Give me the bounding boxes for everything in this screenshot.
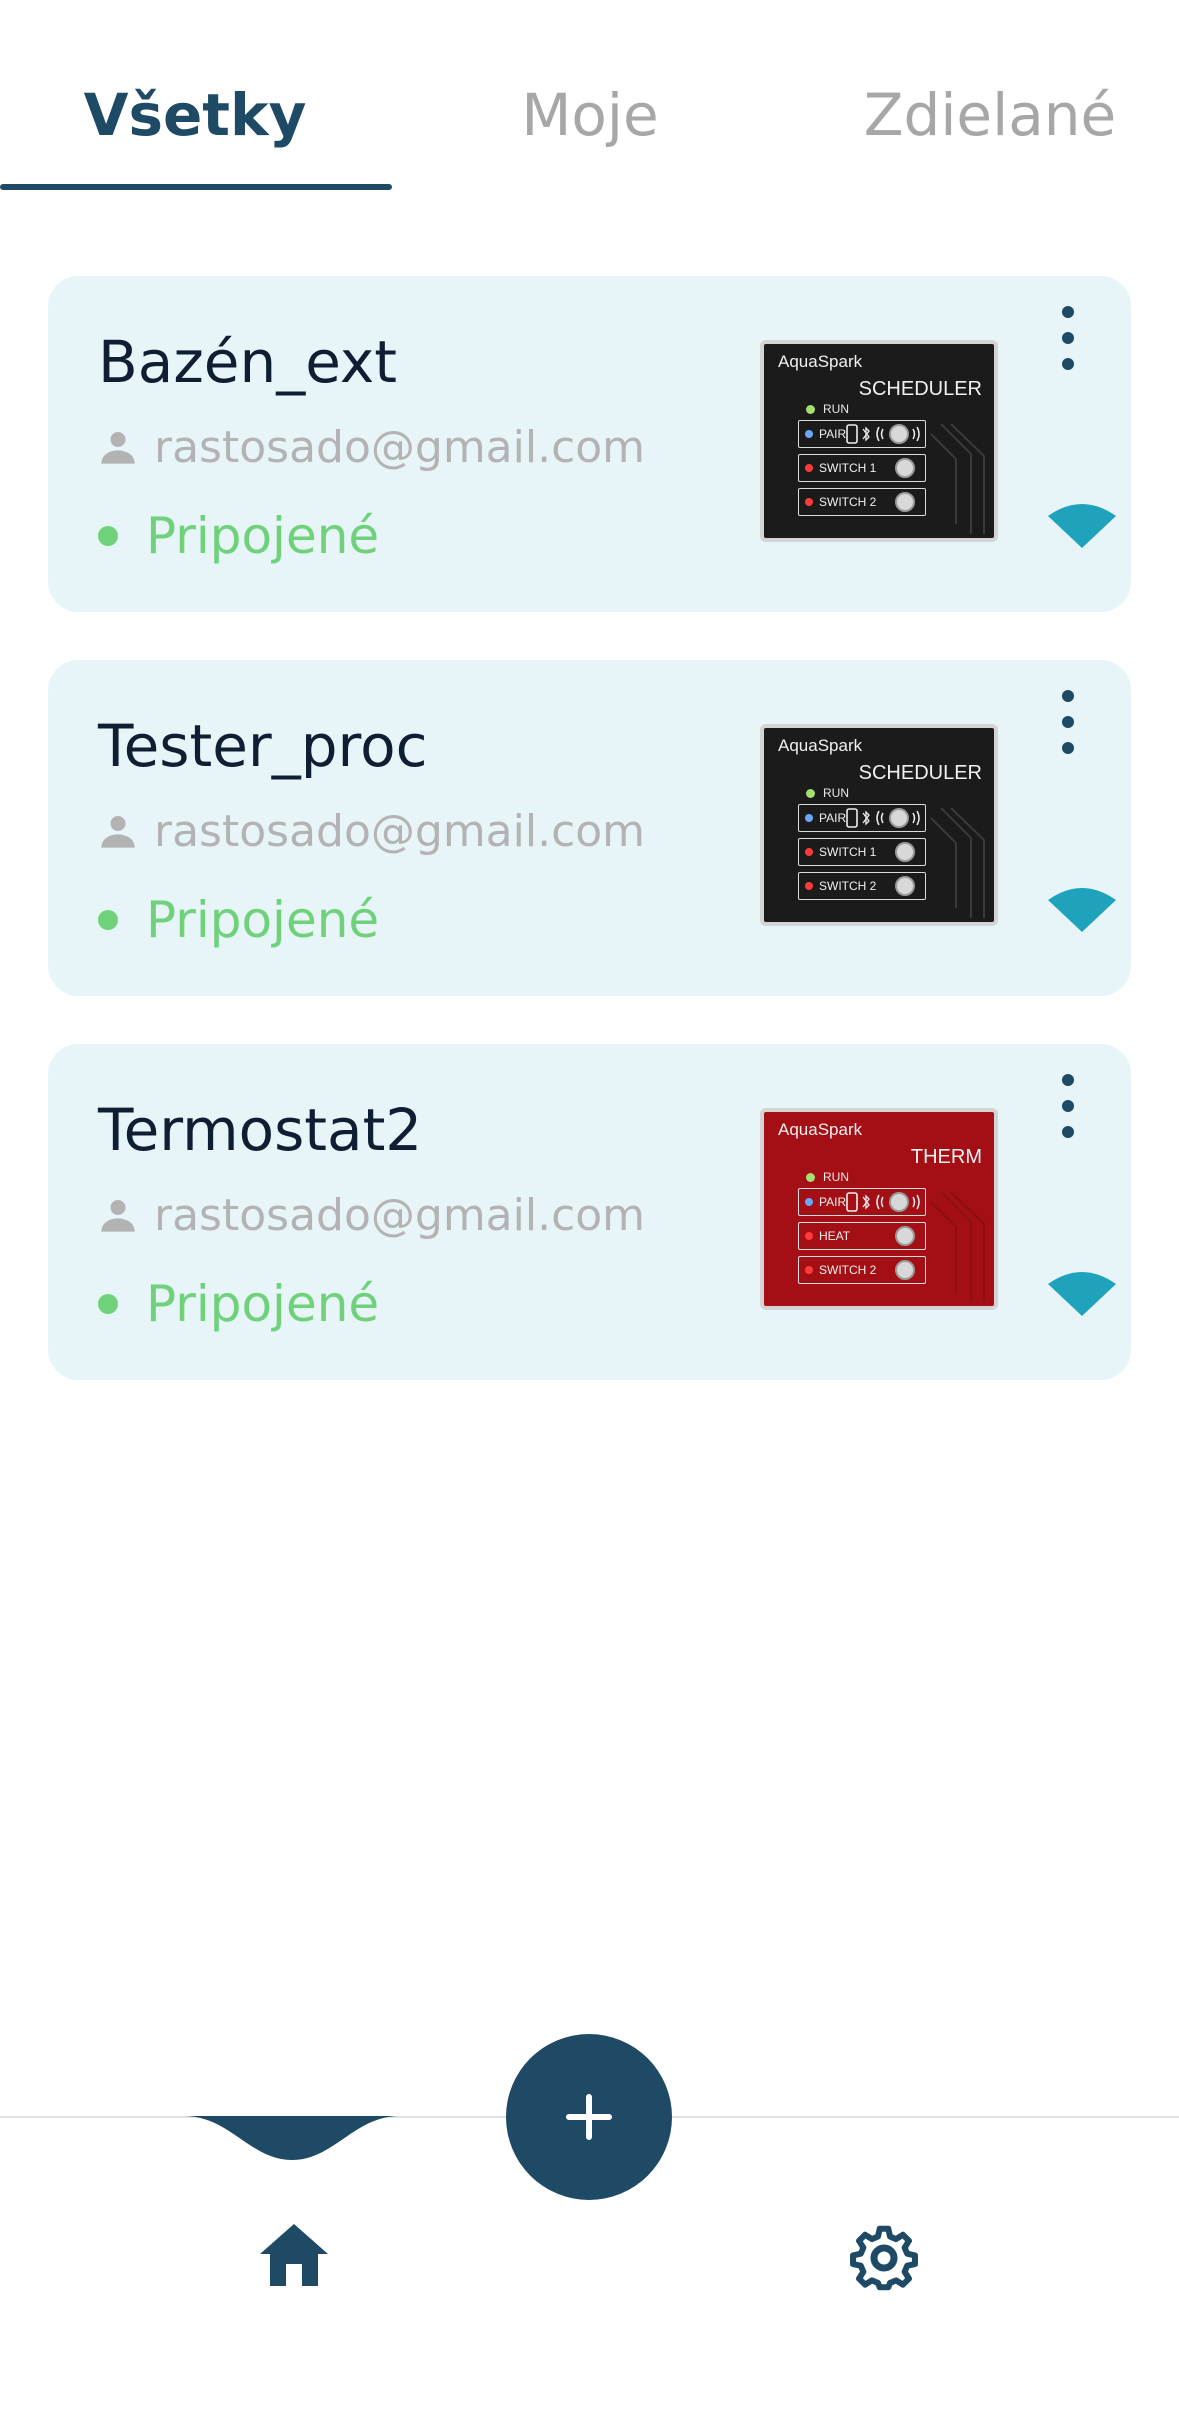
device-owner-email: rastosado@gmail.com [154, 1189, 646, 1241]
status-dot-icon [98, 526, 118, 546]
device-row-2: SWITCH 2 [798, 1256, 926, 1284]
device-row-2: SWITCH 2 [798, 488, 926, 516]
wifi-icon [1048, 504, 1116, 548]
device-status-label: Pripojené [146, 1275, 380, 1333]
device-owner-email: rastosado@gmail.com [154, 805, 646, 857]
device-circuit-lines [930, 808, 985, 918]
tab-bar: Všetky Moje Zdielané [0, 0, 1179, 196]
device-row-2: SWITCH 2 [798, 872, 926, 900]
device-name: Termostat2 [98, 1096, 423, 1164]
person-icon [101, 432, 135, 464]
device-name: Bazén_ext [98, 328, 397, 396]
device-image: AquaSpark SCHEDULER RUN PAIR SWITCH 1 SW… [760, 340, 998, 542]
device-card[interactable]: Bazén_ext rastosado@gmail.com Pripojené … [48, 276, 1131, 612]
device-run-led: RUN [806, 786, 849, 800]
active-tab-indicator [0, 184, 392, 190]
plus-icon [566, 2094, 612, 2140]
device-run-label: RUN [823, 402, 849, 416]
device-row-1: SWITCH 1 [798, 454, 926, 482]
device-run-label: RUN [823, 786, 849, 800]
device-row-1: HEAT [798, 1222, 926, 1250]
device-owner: rastosado@gmail.com [98, 805, 646, 857]
bluetooth-phone-icon [846, 808, 920, 828]
add-device-button[interactable] [506, 2034, 672, 2200]
person-icon [101, 816, 135, 848]
device-status-label: Pripojené [146, 891, 380, 949]
device-model: SCHEDULER [858, 378, 982, 400]
tab-all[interactable]: Všetky [40, 80, 350, 150]
status-dot-icon [98, 1294, 118, 1314]
device-run-label: RUN [823, 1170, 849, 1184]
device-status: Pripojené [98, 1272, 379, 1336]
tab-mine[interactable]: Moje [460, 80, 720, 150]
person-icon [101, 1200, 135, 1232]
device-circuit-lines [930, 424, 985, 534]
device-brand: AquaSpark [778, 1120, 863, 1139]
device-row-pair: PAIR [798, 420, 926, 448]
more-vertical-icon[interactable] [1046, 306, 1090, 370]
device-row-1: SWITCH 1 [798, 838, 926, 866]
device-card[interactable]: Termostat2 rastosado@gmail.com Pripojené… [48, 1044, 1131, 1380]
device-brand: AquaSpark [778, 736, 863, 755]
tab-shared[interactable]: Zdielané [840, 80, 1140, 150]
more-vertical-icon[interactable] [1046, 1074, 1090, 1138]
device-card[interactable]: Tester_proc rastosado@gmail.com Pripojen… [48, 660, 1131, 996]
device-owner: rastosado@gmail.com [98, 421, 646, 473]
bluetooth-phone-icon [846, 1192, 920, 1212]
device-owner: rastosado@gmail.com [98, 1189, 646, 1241]
device-model: THERM [910, 1146, 982, 1168]
device-status: Pripojené [98, 504, 379, 568]
device-status-label: Pripojené [146, 507, 380, 565]
device-owner-email: rastosado@gmail.com [154, 421, 646, 473]
device-name: Tester_proc [98, 712, 428, 780]
device-row-pair: PAIR [798, 804, 926, 832]
device-run-led: RUN [806, 1170, 849, 1184]
device-image: AquaSpark SCHEDULER RUN PAIR SWITCH 1 SW… [760, 724, 998, 926]
more-vertical-icon[interactable] [1046, 690, 1090, 754]
status-dot-icon [98, 910, 118, 930]
gear-icon[interactable] [848, 2220, 920, 2292]
device-circuit-lines [930, 1192, 985, 1302]
device-row-pair: PAIR [798, 1188, 926, 1216]
bluetooth-phone-icon [846, 424, 920, 444]
home-icon[interactable] [258, 2222, 330, 2288]
wifi-icon [1048, 1272, 1116, 1316]
wifi-icon [1048, 888, 1116, 932]
device-status: Pripojené [98, 888, 379, 952]
device-image: AquaSpark THERM RUN PAIR HEAT SWITCH 2 [760, 1108, 998, 1310]
device-run-led: RUN [806, 402, 849, 416]
device-model: SCHEDULER [858, 762, 982, 784]
active-nav-indicator [184, 2116, 400, 2160]
device-brand: AquaSpark [778, 352, 863, 371]
